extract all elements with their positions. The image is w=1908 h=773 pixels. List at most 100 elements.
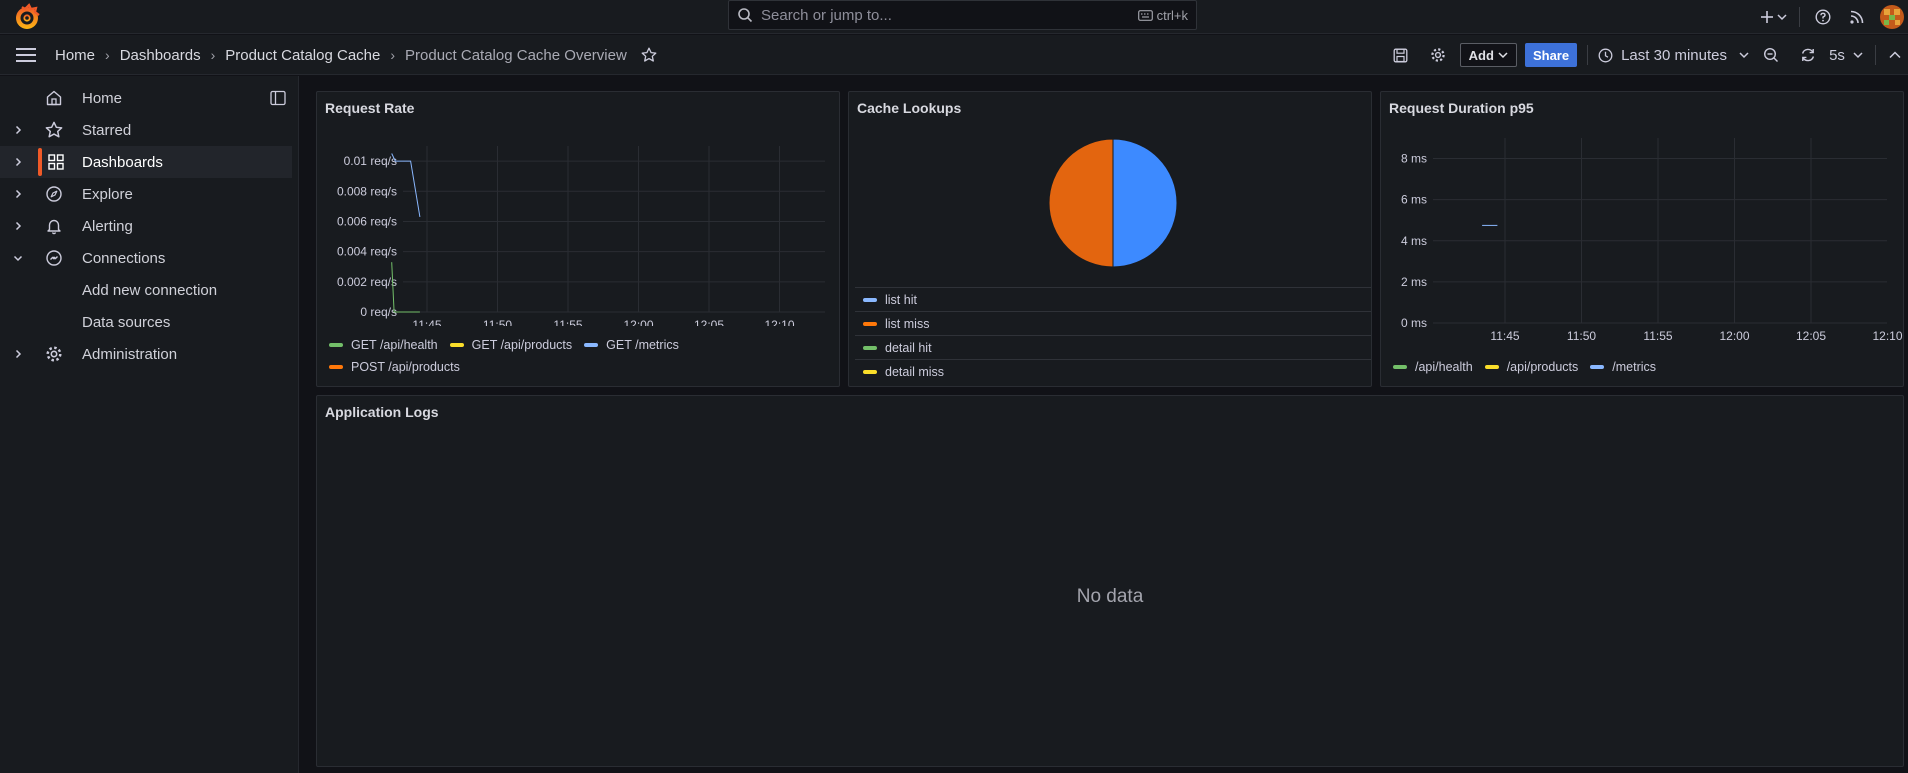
dashboard-nav-bar: Home › Dashboards › Product Catalog Cach… bbox=[0, 35, 1908, 75]
chevron-up-icon[interactable] bbox=[1882, 51, 1908, 59]
legend-swatch bbox=[863, 321, 877, 326]
sidebar-item-label: Alerting bbox=[82, 217, 133, 235]
grafana-logo-icon[interactable] bbox=[13, 3, 41, 31]
grid-icon bbox=[47, 153, 65, 171]
hamburger-icon bbox=[16, 48, 36, 62]
x-tick-label: 11:50 bbox=[1567, 329, 1596, 343]
breadcrumb-home[interactable]: Home bbox=[55, 47, 95, 64]
chevron-right-icon[interactable] bbox=[12, 220, 24, 232]
search-input[interactable]: Search or jump to... ctrl+k bbox=[728, 0, 1197, 30]
sidebar-item-administration[interactable]: Administration bbox=[0, 338, 292, 370]
y-tick-label: 4 ms bbox=[1401, 234, 1427, 248]
x-tick-label: 11:45 bbox=[1490, 329, 1519, 343]
legend-label: GET /api/products bbox=[471, 338, 573, 352]
sidebar-item-label: Connections bbox=[82, 249, 166, 267]
sidebar-item-starred[interactable]: Starred bbox=[0, 114, 292, 146]
panel-cache-lookups[interactable]: Cache Lookups list hit list miss detail hi… bbox=[848, 91, 1372, 387]
legend-label: detail miss bbox=[885, 364, 945, 379]
legend-item[interactable]: /metrics bbox=[1590, 356, 1656, 378]
legend-swatch bbox=[863, 297, 877, 302]
share-button[interactable]: Share bbox=[1524, 43, 1578, 67]
pie-slice[interactable] bbox=[1112, 138, 1178, 268]
y-tick-label: 0.002 req/s bbox=[337, 275, 397, 289]
legend-item[interactable]: /api/products bbox=[1484, 356, 1578, 378]
zoom-out-icon[interactable] bbox=[1749, 47, 1793, 63]
sidebar-item-alerting[interactable]: Alerting bbox=[0, 210, 292, 242]
breadcrumb-folder[interactable]: Product Catalog Cache bbox=[225, 47, 380, 64]
news-button[interactable] bbox=[1838, 9, 1876, 25]
x-tick-label: 12:10 bbox=[764, 318, 794, 326]
panel-request-duration[interactable]: Request Duration p95 11:45 11:50 11:55 12:0… bbox=[1380, 91, 1904, 387]
sidebar-item-home[interactable]: Home bbox=[0, 82, 292, 114]
refresh-icon[interactable] bbox=[1793, 47, 1823, 63]
chevron-down-icon bbox=[1739, 51, 1749, 59]
cache-lookups-pie-chart bbox=[1048, 138, 1178, 268]
add-button-label: Add bbox=[1468, 47, 1494, 63]
settings-gear-icon[interactable] bbox=[1416, 47, 1460, 63]
y-tick-label: 2 ms bbox=[1401, 275, 1427, 289]
legend-item[interactable]: GET /metrics bbox=[584, 334, 679, 356]
divider bbox=[1587, 45, 1589, 65]
panel-request-rate[interactable]: Request Rate 11:45 11:50 11:55 12:00 12:05 12… bbox=[316, 91, 840, 387]
plus-icon bbox=[1760, 10, 1774, 24]
panel-application-logs[interactable]: Application Logs No data bbox=[316, 395, 1904, 767]
breadcrumb-current-dashboard: Product Catalog Cache Overview bbox=[405, 46, 627, 64]
x-tick-label: 11:55 bbox=[553, 318, 582, 326]
legend-item[interactable]: POST /api/products bbox=[329, 356, 460, 378]
chart-legend: /api/health/api/products/metrics bbox=[1393, 356, 1893, 378]
panel-title[interactable]: Cache Lookups bbox=[857, 100, 961, 116]
bell-icon bbox=[45, 217, 63, 235]
star-icon[interactable] bbox=[641, 47, 657, 63]
avatar-icon bbox=[1880, 5, 1904, 29]
sidebar-item-label: Starred bbox=[82, 121, 132, 139]
chevron-right-icon[interactable] bbox=[12, 348, 24, 360]
sidebar-item-connections[interactable]: Connections bbox=[0, 242, 292, 274]
legend-label: detail hit bbox=[885, 340, 932, 355]
legend-item[interactable]: GET /api/health bbox=[329, 334, 438, 356]
user-avatar[interactable] bbox=[1876, 5, 1908, 29]
panel-title[interactable]: Application Logs bbox=[325, 404, 439, 420]
legend-item[interactable]: detail hit bbox=[855, 335, 1371, 359]
divider bbox=[1799, 7, 1800, 27]
chevron-right-icon[interactable] bbox=[12, 156, 24, 168]
legend-label: list miss bbox=[885, 316, 930, 331]
breadcrumb-dashboards[interactable]: Dashboards bbox=[120, 47, 201, 64]
new-menu-button[interactable] bbox=[1755, 10, 1791, 24]
y-tick-label: 6 ms bbox=[1401, 193, 1427, 207]
gear-icon bbox=[45, 345, 63, 363]
save-icon[interactable] bbox=[1386, 48, 1416, 63]
legend-item[interactable]: list miss bbox=[855, 311, 1371, 335]
x-tick-label: 11:50 bbox=[483, 318, 512, 326]
chevron-right-icon[interactable] bbox=[12, 124, 24, 136]
sidebar-item-label: Explore bbox=[82, 185, 133, 203]
chevron-down-icon bbox=[1853, 51, 1863, 59]
y-tick-label: 0.01 req/s bbox=[344, 154, 397, 168]
sidebar-item-dashboards[interactable]: Dashboards bbox=[0, 146, 292, 178]
y-tick-label: 0.006 req/s bbox=[337, 214, 397, 228]
x-tick-label: 12:05 bbox=[1796, 329, 1826, 343]
legend-item[interactable]: detail miss bbox=[855, 359, 1371, 382]
add-button[interactable]: Add bbox=[1459, 43, 1517, 67]
sidebar-item-explore[interactable]: Explore bbox=[0, 178, 292, 210]
sidebar-item-add-new-connection[interactable]: Add new connection bbox=[0, 274, 292, 306]
help-button[interactable] bbox=[1808, 9, 1838, 25]
legend-swatch bbox=[449, 343, 464, 347]
x-tick-label: 12:00 bbox=[623, 318, 653, 326]
time-range-picker[interactable]: Last 30 minutes bbox=[1598, 47, 1749, 64]
top-bar: Search or jump to... ctrl+k bbox=[0, 0, 1908, 34]
legend-item[interactable]: /api/health bbox=[1393, 356, 1473, 378]
legend-swatch bbox=[584, 343, 599, 347]
y-tick-label: 8 ms bbox=[1401, 152, 1427, 166]
chevron-down-icon[interactable] bbox=[12, 252, 24, 264]
legend-item[interactable]: GET /api/products bbox=[449, 334, 573, 356]
panel-title[interactable]: Request Rate bbox=[325, 100, 414, 116]
pie-slice[interactable] bbox=[1048, 138, 1114, 268]
legend-swatch bbox=[329, 365, 343, 369]
refresh-interval-picker[interactable]: 5s bbox=[1823, 47, 1869, 64]
shortcut-label: ctrl+k bbox=[1156, 7, 1188, 23]
legend-item[interactable]: list hit bbox=[855, 287, 1371, 311]
menu-toggle-button[interactable] bbox=[15, 45, 37, 65]
sidebar-item-data-sources[interactable]: Data sources bbox=[0, 306, 292, 338]
panel-title[interactable]: Request Duration p95 bbox=[1389, 100, 1534, 116]
chevron-right-icon[interactable] bbox=[12, 188, 24, 200]
